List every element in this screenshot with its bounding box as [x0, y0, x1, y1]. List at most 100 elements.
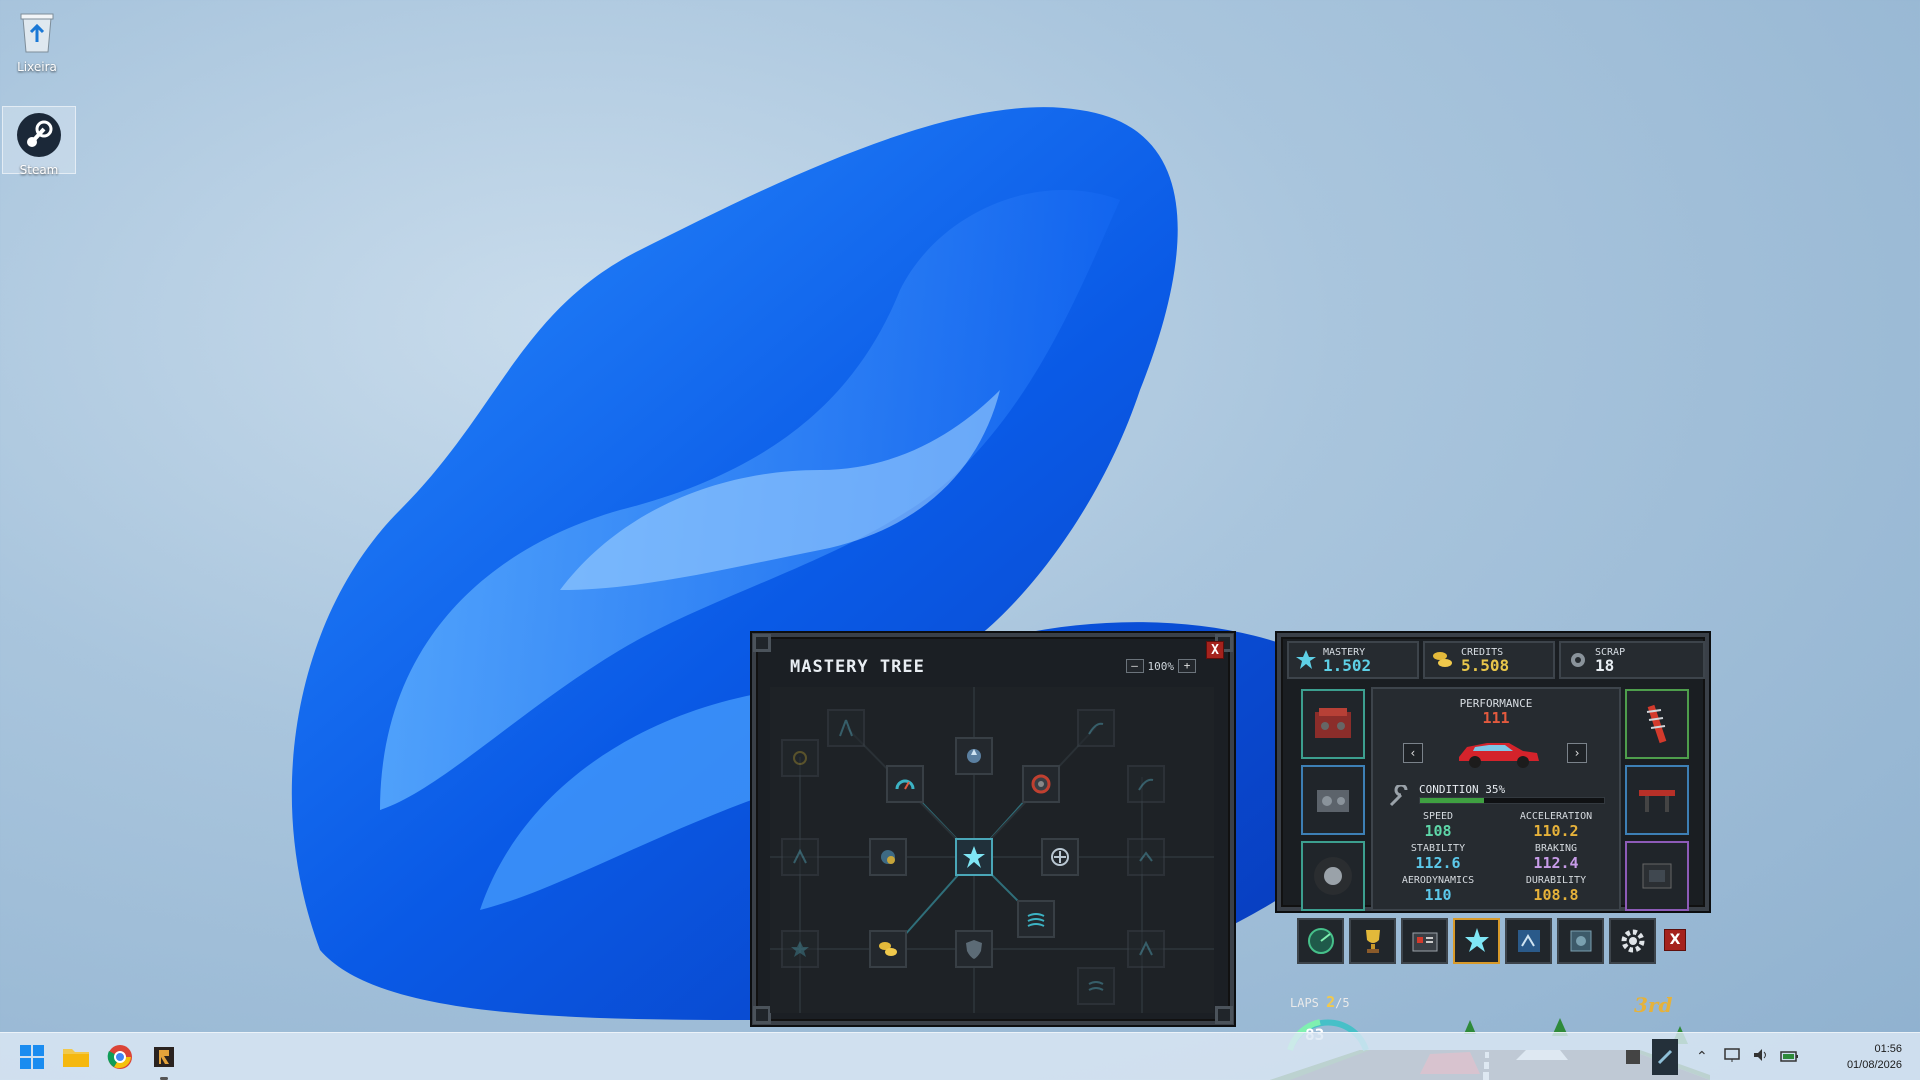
zoom-level: 100% [1147, 659, 1175, 673]
frame-corner [753, 634, 771, 652]
trophy-icon [1365, 930, 1380, 953]
radar-button[interactable] [1297, 918, 1344, 964]
condition-bar [1419, 797, 1605, 804]
mastery-node[interactable] [1127, 930, 1165, 968]
credits-value: 5.508 [1461, 655, 1510, 675]
mastery-close-button[interactable]: X [1206, 641, 1224, 659]
credits-resource: CREDITS 5.508 [1423, 641, 1555, 679]
mastery-button[interactable] [1453, 918, 1500, 964]
ecu-slot[interactable] [1625, 841, 1689, 911]
desktop-icon-recycle-bin[interactable]: Lixeira [0, 4, 74, 74]
frame-corner [753, 1006, 771, 1024]
stat-value: 110.2 [1533, 822, 1579, 840]
clock[interactable]: 01:56 01/08/2026 [1847, 1041, 1902, 1073]
mastery-node[interactable] [827, 709, 865, 747]
stat-value: 112.4 [1533, 854, 1579, 872]
skill-icon [1088, 722, 1104, 735]
laps-total: /5 [1335, 996, 1350, 1010]
tray-app-box-icon [1626, 1050, 1640, 1064]
mastery-node[interactable] [1077, 709, 1115, 747]
mastery-tree-canvas[interactable] [770, 687, 1214, 1013]
stat-label: STABILITY [1410, 843, 1466, 854]
skill-icon [1088, 981, 1104, 991]
prev-car-button[interactable]: ‹ [1403, 743, 1423, 763]
race-event-button[interactable] [1401, 918, 1448, 964]
steam-icon [15, 111, 63, 159]
tray-app-box-button[interactable] [1620, 1039, 1646, 1075]
gear-coin-icon [881, 850, 895, 864]
tray-app-tools-icon [1657, 1049, 1673, 1065]
chrome-icon [107, 1045, 132, 1069]
race-event-icon [1412, 932, 1437, 952]
chrome-button[interactable] [104, 1041, 136, 1073]
mastery-star-icon [1464, 928, 1489, 952]
mastery-node[interactable] [781, 838, 819, 876]
brake-disc-icon [1031, 774, 1051, 794]
suspension-slot[interactable] [1625, 689, 1689, 759]
mastery-node[interactable] [886, 765, 924, 803]
mastery-node[interactable] [955, 737, 993, 775]
engine-slot[interactable] [1301, 689, 1365, 759]
mastery-node[interactable] [781, 739, 819, 777]
clock-date: 01/08/2026 [1846, 1059, 1902, 1071]
mastery-node[interactable] [1077, 967, 1115, 1005]
stat-label: ACCELERATION [1519, 811, 1593, 822]
blueprint-button[interactable] [1505, 918, 1552, 964]
stat-durability: DURABILITY 108.8 [1501, 875, 1611, 904]
chassis-slot[interactable] [1625, 765, 1689, 835]
scrap-gear-icon [1571, 653, 1585, 667]
network-icon[interactable] [1724, 1047, 1742, 1067]
scrap-value: 18 [1595, 655, 1615, 675]
show-hidden-icons-button[interactable]: ⌃ [1696, 1049, 1716, 1065]
engine-icon [1315, 708, 1351, 738]
mastery-resource: MASTERY 1.502 [1287, 641, 1419, 679]
shield-icon [966, 940, 982, 959]
file-explorer-button[interactable] [60, 1041, 92, 1073]
storage-button[interactable] [1557, 918, 1604, 964]
next-car-button[interactable]: › [1567, 743, 1587, 763]
performance-value: 111 [1482, 709, 1510, 727]
toolbar-close-button[interactable]: X [1664, 929, 1686, 951]
windows-logo-icon [20, 1045, 44, 1069]
skill-icon [793, 848, 807, 864]
car-sprite [1459, 743, 1539, 768]
settings-button[interactable] [1609, 918, 1656, 964]
mastery-node[interactable] [869, 930, 907, 968]
zoom-in-button[interactable]: + [1178, 659, 1196, 673]
stat-stability: STABILITY 112.6 [1383, 843, 1493, 872]
start-button[interactable] [16, 1041, 48, 1073]
tray-app-tools-button[interactable] [1652, 1039, 1678, 1075]
stat-value: 112.6 [1415, 854, 1461, 872]
trophy-button[interactable] [1349, 918, 1396, 964]
desktop-icon-steam[interactable]: Steam [2, 106, 76, 177]
mastery-node[interactable] [955, 930, 993, 968]
condition-label: CONDITION 35% [1419, 783, 1506, 796]
garage-panel: MASTERY 1.502 CREDITS 5.508 SCRAP 18 PER… [1277, 633, 1709, 911]
game-app-button[interactable] [148, 1041, 180, 1073]
tires-slot[interactable] [1301, 841, 1365, 911]
mastery-node[interactable] [1127, 765, 1165, 803]
mastery-star-icon [1296, 650, 1316, 669]
transmission-slot[interactable] [1301, 765, 1365, 835]
mastery-node[interactable] [1127, 838, 1165, 876]
system-tray: ⌃ [1620, 1033, 1800, 1080]
battery-icon[interactable] [1780, 1048, 1800, 1067]
mastery-node[interactable] [869, 838, 907, 876]
mastery-core-node[interactable] [955, 838, 993, 876]
skill-icon [1138, 778, 1154, 791]
desktop-icon-label: Steam [19, 163, 59, 177]
mastery-node[interactable] [1041, 838, 1079, 876]
mastery-node[interactable] [1022, 765, 1060, 803]
mastery-node[interactable] [1017, 900, 1055, 938]
zoom-out-button[interactable]: – [1125, 659, 1144, 673]
tire-icon [1314, 857, 1352, 895]
volume-icon[interactable] [1752, 1047, 1770, 1067]
radar-icon [1307, 928, 1334, 954]
mastery-star-icon [963, 846, 985, 868]
stat-label: SPEED [1422, 811, 1454, 822]
coins-icon [879, 942, 897, 956]
mastery-node[interactable] [781, 930, 819, 968]
laps-current: 2 [1326, 993, 1336, 1011]
spoiler-icon [1639, 790, 1675, 812]
mastery-tree-window: MASTERY TREE – 100% + X [752, 633, 1234, 1025]
